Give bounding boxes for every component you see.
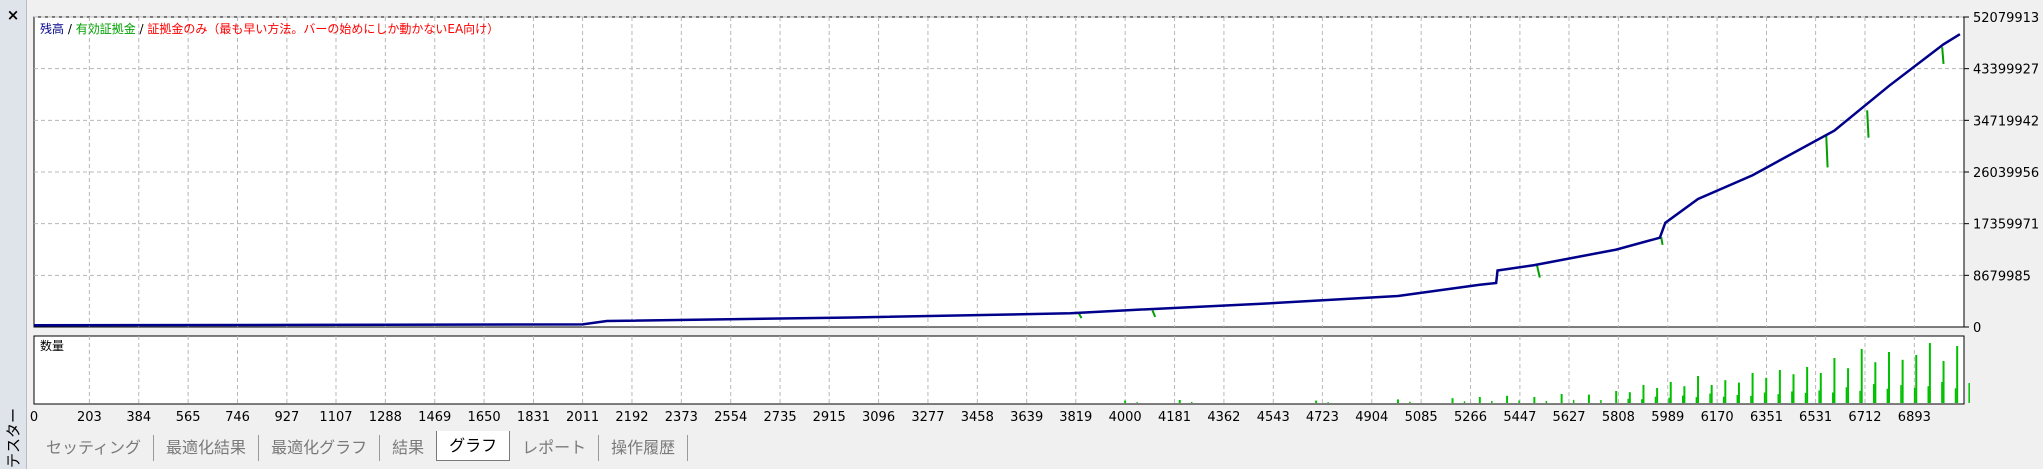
x-tick-label: 203 bbox=[77, 410, 102, 425]
x-tick-label: 565 bbox=[176, 410, 201, 425]
equity-dip bbox=[1941, 47, 1945, 64]
legend-entry: 有効証拠金 bbox=[76, 21, 136, 36]
x-tick-label: 6712 bbox=[1848, 410, 1881, 425]
x-tick-label: 6351 bbox=[1750, 410, 1783, 425]
legend-entry: 残高 bbox=[40, 21, 64, 36]
tester-graph: 0 203 384 565 746 927 1107 1288 1469 1650 1831 2011… bbox=[30, 11, 2039, 425]
x-tick-label: 4904 bbox=[1355, 410, 1388, 425]
y-tick-label: 8679985 bbox=[1973, 269, 2031, 284]
x-tick-label: 2915 bbox=[813, 410, 846, 425]
x-tick-label: 2735 bbox=[764, 410, 797, 425]
x-tick-label: 4723 bbox=[1306, 410, 1339, 425]
x-tick-label: 1469 bbox=[418, 410, 451, 425]
volume-plot-area bbox=[33, 335, 1965, 405]
x-tick-label: 1650 bbox=[468, 410, 501, 425]
x-tick-label: 927 bbox=[274, 410, 299, 425]
legend-entry: 証拠金のみ（最も早い方法。バーの始めにしか動かないEA向け） bbox=[147, 21, 499, 36]
x-tick-label: 2011 bbox=[566, 410, 599, 425]
y-tick-label: 52079913 bbox=[1973, 11, 2039, 26]
x-tick-label: 1288 bbox=[369, 410, 402, 425]
x-tick-label: 3096 bbox=[862, 410, 895, 425]
tester-tab-bar: セッティング 最適化結果 最適化グラフ 結果 グラフ レポート 操作履歴 bbox=[34, 431, 689, 461]
x-tick-label: 384 bbox=[126, 410, 151, 425]
x-tick-label: 6893 bbox=[1898, 410, 1931, 425]
equity-dip bbox=[1866, 110, 1870, 138]
x-tick-label: 6531 bbox=[1799, 410, 1832, 425]
y-tick-label: 43399927 bbox=[1973, 63, 2039, 78]
x-tick-label: 2192 bbox=[615, 410, 648, 425]
tab-0[interactable]: セッティング bbox=[34, 435, 155, 461]
y-tick-label: 17359971 bbox=[1973, 218, 2039, 233]
x-tick-label: 4543 bbox=[1257, 410, 1290, 425]
x-tick-label: 4181 bbox=[1158, 410, 1191, 425]
y-tick-label: 26039956 bbox=[1973, 166, 2039, 181]
x-tick-label: 5447 bbox=[1503, 410, 1536, 425]
equity-dip bbox=[1825, 135, 1829, 168]
tab-5[interactable]: レポート bbox=[510, 435, 600, 461]
x-tick-label: 0 bbox=[30, 410, 38, 425]
x-tick-label: 2554 bbox=[714, 410, 747, 425]
legend-entry: / bbox=[136, 22, 148, 36]
x-tick-label: 4000 bbox=[1109, 410, 1142, 425]
x-tick-label: 4362 bbox=[1207, 410, 1240, 425]
x-tick-label: 3639 bbox=[1010, 410, 1043, 425]
x-tick-label: 1831 bbox=[517, 410, 550, 425]
x-tick-label: 6170 bbox=[1701, 410, 1734, 425]
x-tick-label: 5627 bbox=[1552, 410, 1585, 425]
x-tick-label: 2373 bbox=[665, 410, 698, 425]
tab-4[interactable]: グラフ bbox=[436, 431, 511, 461]
tab-2[interactable]: 最適化グラフ bbox=[259, 435, 381, 461]
tab-3[interactable]: 結果 bbox=[380, 435, 438, 461]
x-tick-label: 3458 bbox=[961, 410, 994, 425]
x-tick-label: 746 bbox=[225, 410, 250, 425]
x-tick-label: 3819 bbox=[1059, 410, 1092, 425]
chart-legend: 残高 / 有効証拠金 / 証拠金のみ（最も早い方法。バーの始めにしか動かないEA… bbox=[40, 21, 499, 36]
equity-dip bbox=[1660, 236, 1664, 246]
y-tick-label: 34719942 bbox=[1973, 114, 2039, 129]
x-tick-label: 5989 bbox=[1651, 410, 1684, 425]
x-tick-label: 3277 bbox=[911, 410, 944, 425]
x-tick-label: 5266 bbox=[1454, 410, 1487, 425]
legend-entry: / bbox=[64, 22, 76, 36]
y-tick-label: 0 bbox=[1973, 321, 1981, 336]
volume-title: 数量 bbox=[40, 338, 64, 353]
x-tick-label: 5808 bbox=[1602, 410, 1635, 425]
tab-6[interactable]: 操作履歴 bbox=[599, 435, 689, 461]
tab-1[interactable]: 最適化結果 bbox=[154, 435, 260, 461]
x-tick-label: 1107 bbox=[319, 410, 352, 425]
x-tick-label: 5085 bbox=[1405, 410, 1438, 425]
